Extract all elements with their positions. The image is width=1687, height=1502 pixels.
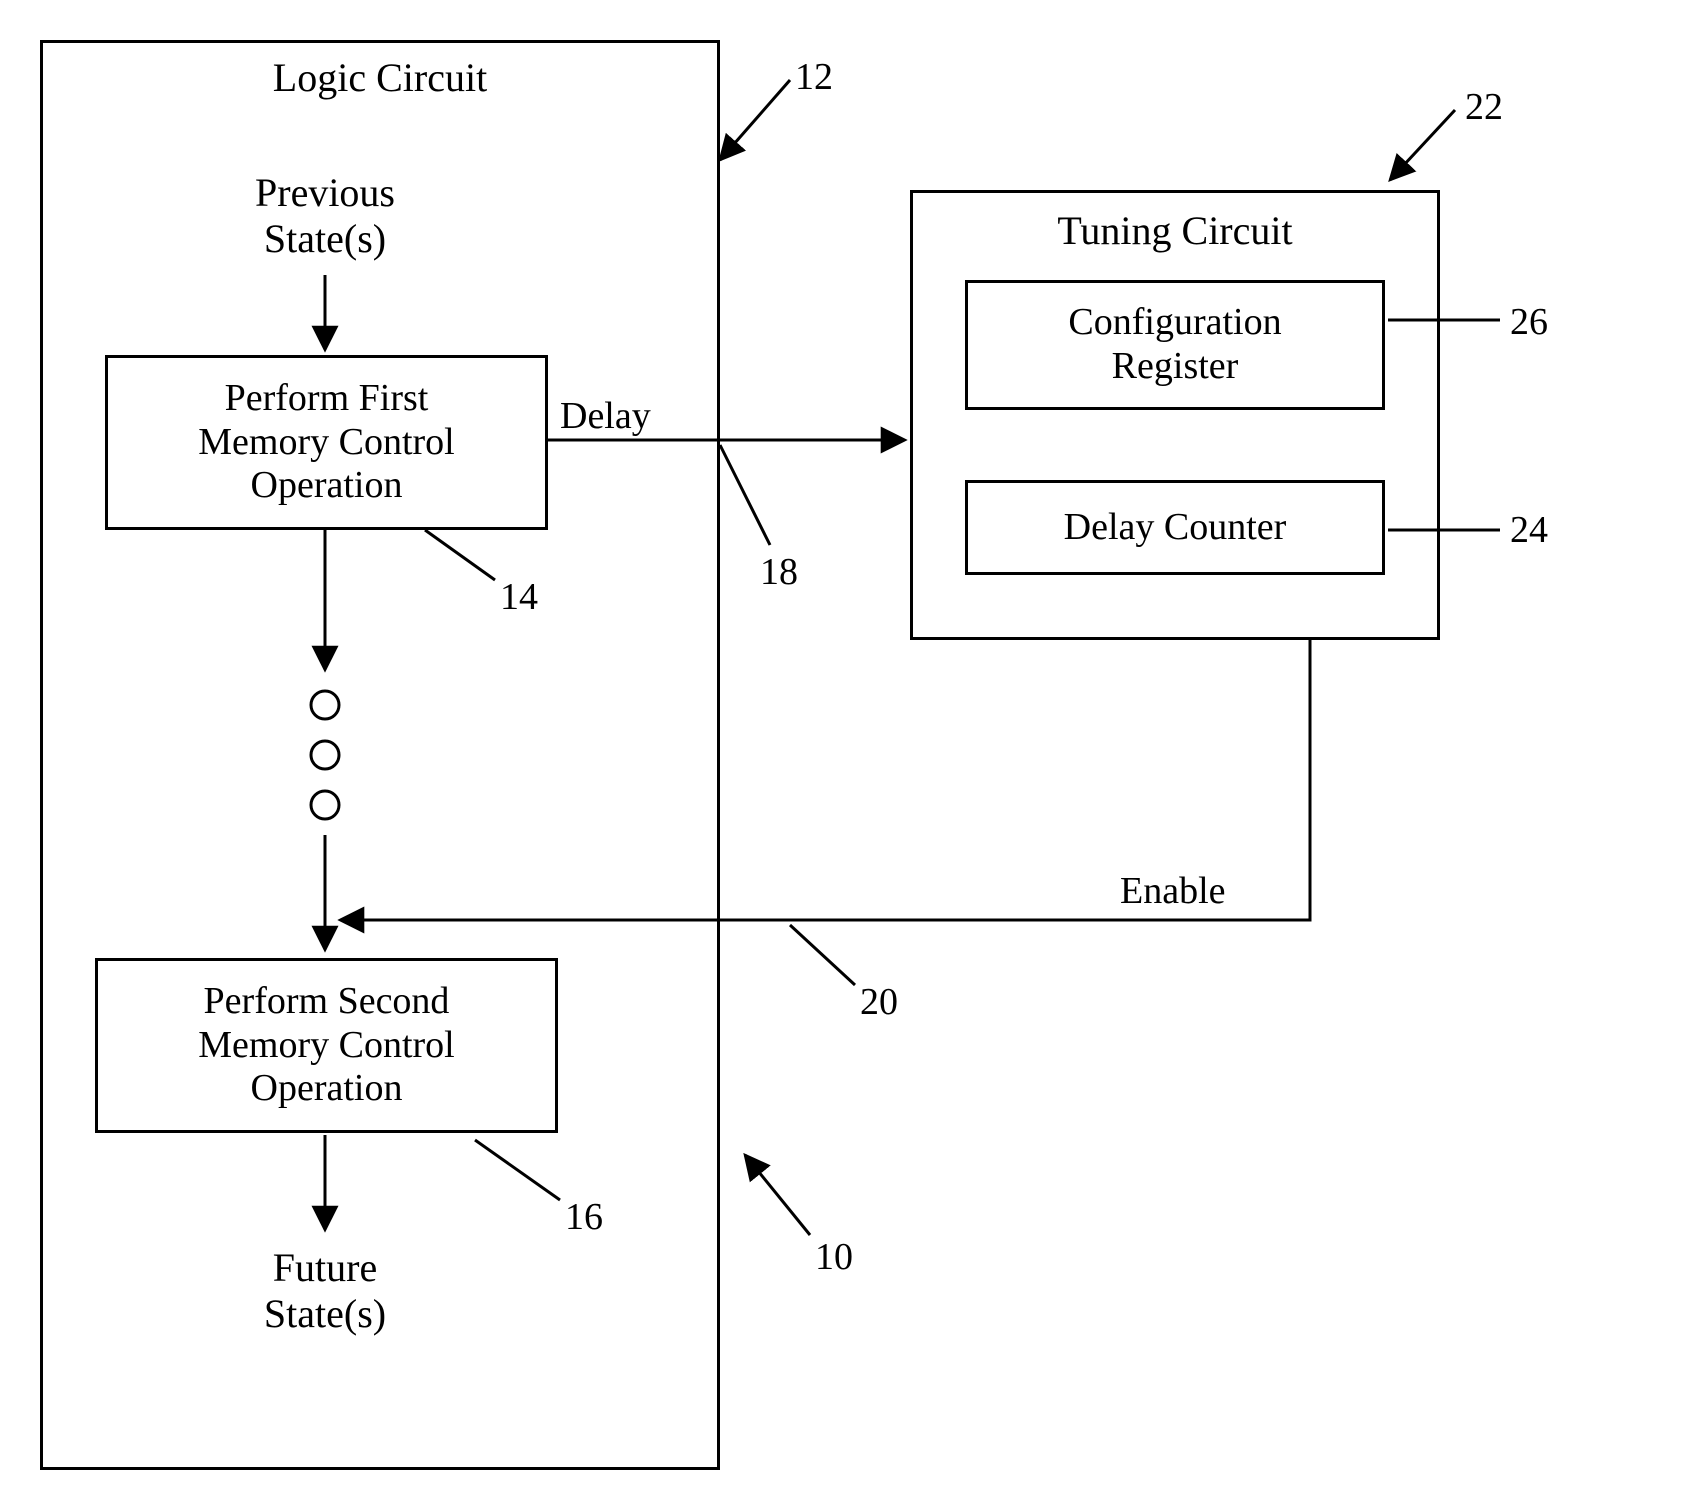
delay-counter-box: Delay Counter [965,480,1385,575]
diagram-canvas: Logic Circuit Previous State(s) Perform … [0,0,1687,1502]
ref-22: 22 [1465,85,1503,129]
enable-signal-label: Enable [1120,870,1300,914]
previous-states-label: Previous State(s) [160,170,490,262]
logic-circuit-title: Logic Circuit [40,55,720,101]
ref-20: 20 [860,980,898,1024]
ref-18: 18 [760,550,798,594]
ref-16: 16 [565,1195,603,1239]
ref-26: 26 [1510,300,1548,344]
future-states-label: Future State(s) [160,1245,490,1337]
ref-14: 14 [500,575,538,619]
delay-signal-label: Delay [560,395,700,439]
config-register-box: Configuration Register [965,280,1385,410]
first-op-box: Perform First Memory Control Operation [105,355,548,530]
ref-12: 12 [795,55,833,99]
ref-10: 10 [815,1235,853,1279]
second-op-box: Perform Second Memory Control Operation [95,958,558,1133]
ref-24: 24 [1510,508,1548,552]
tuning-circuit-title: Tuning Circuit [910,208,1440,254]
